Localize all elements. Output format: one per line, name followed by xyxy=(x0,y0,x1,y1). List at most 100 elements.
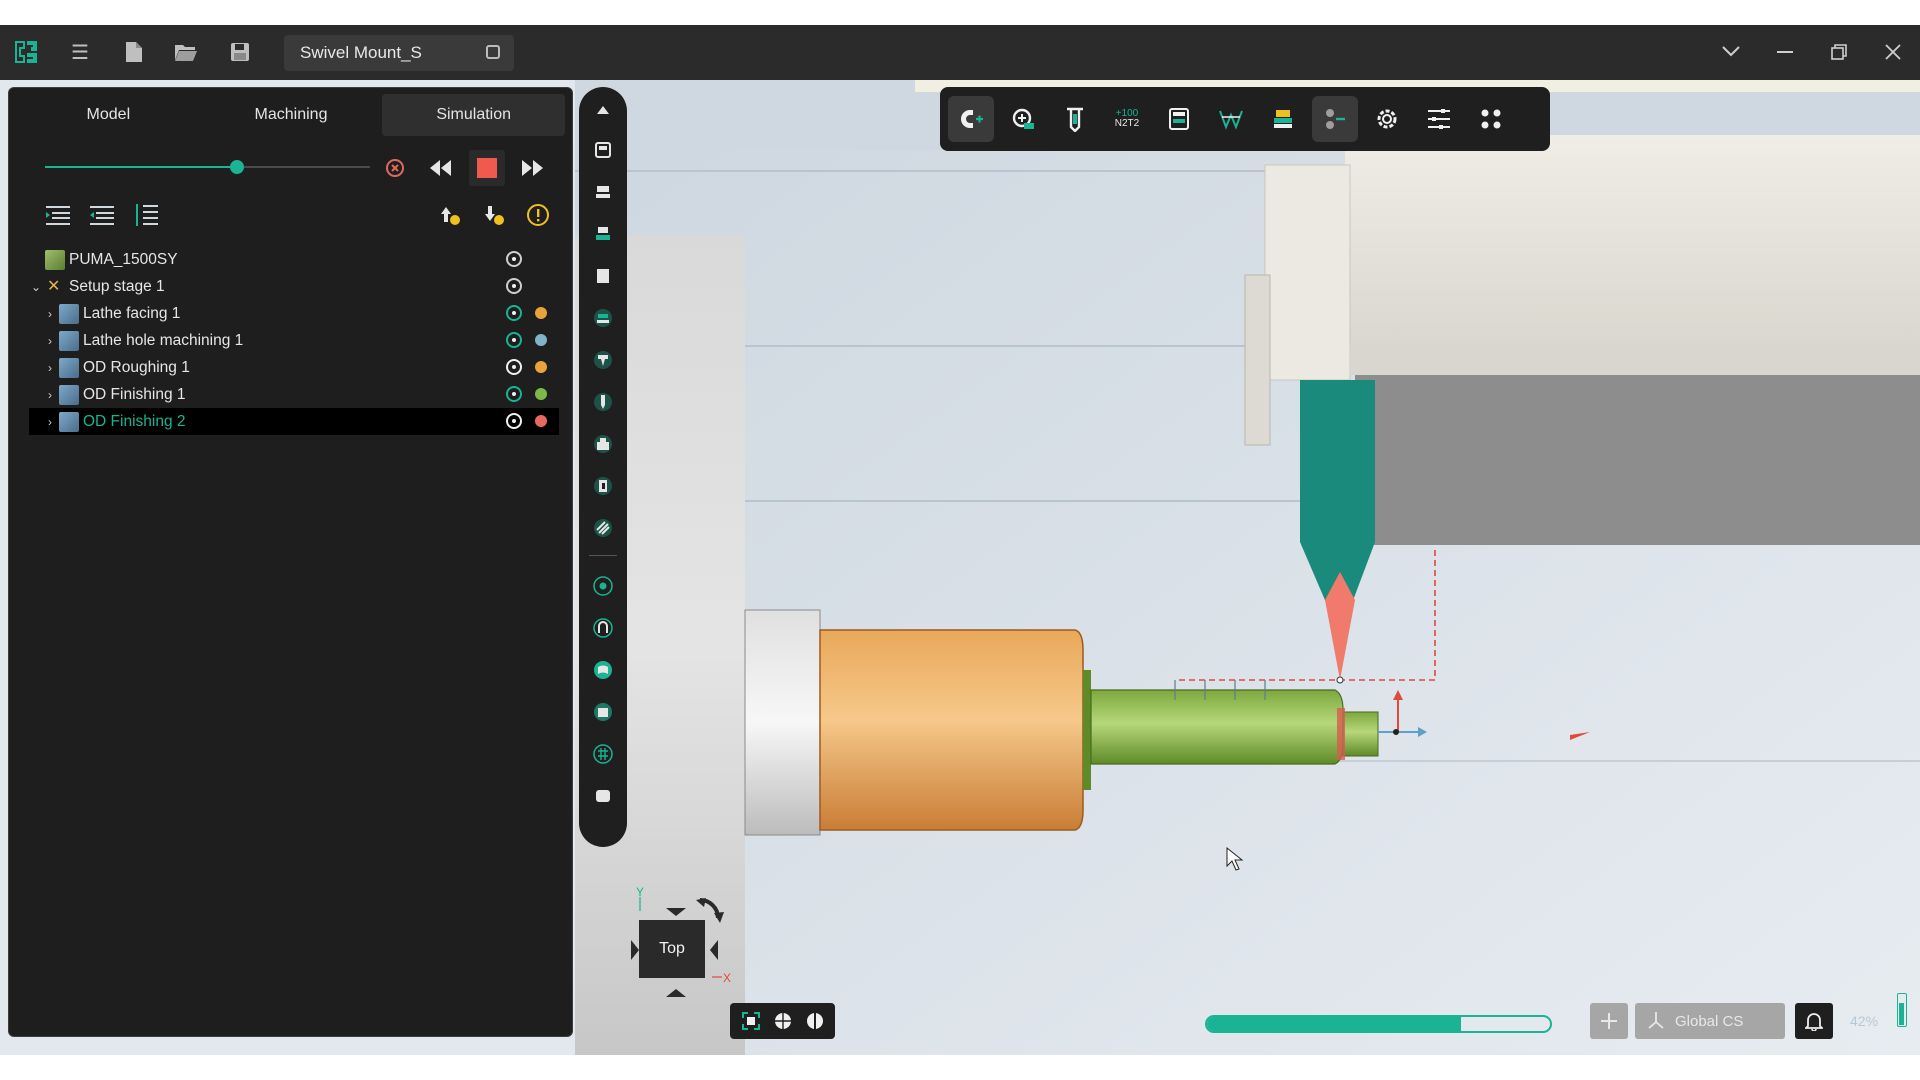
clear-icon[interactable] xyxy=(377,150,413,186)
solid-icon[interactable] xyxy=(588,697,618,727)
move-down-warning-icon[interactable] xyxy=(477,198,511,232)
coordinate-system-select[interactable]: Global CS xyxy=(1635,1003,1785,1039)
scroll-up-icon[interactable] xyxy=(588,95,618,125)
status-dot xyxy=(535,415,547,427)
fixture-icon[interactable] xyxy=(588,429,618,459)
options-icon[interactable] xyxy=(1416,96,1462,142)
shaded-view-icon[interactable] xyxy=(770,1009,796,1033)
list-order-icon[interactable] xyxy=(129,198,163,232)
y-axis-label: Y xyxy=(636,885,645,899)
graph-icon[interactable] xyxy=(1208,96,1254,142)
visibility-icon[interactable] xyxy=(506,386,522,402)
status-dot xyxy=(535,334,547,346)
collision-check-icon[interactable] xyxy=(1000,96,1046,142)
warning-icon[interactable] xyxy=(521,198,555,232)
chevron-right-icon[interactable]: › xyxy=(43,415,57,429)
visibility-icon[interactable] xyxy=(506,305,522,321)
expand-all-icon[interactable] xyxy=(41,198,75,232)
add-button[interactable] xyxy=(1590,1003,1628,1039)
tool-path-icon[interactable] xyxy=(1052,96,1098,142)
rewind-icon[interactable] xyxy=(423,150,459,186)
tool-assembly-icon[interactable] xyxy=(1312,96,1358,142)
drill-icon[interactable] xyxy=(588,387,618,417)
section-view-icon[interactable] xyxy=(802,1009,828,1033)
tree-row[interactable]: › Lathe hole machining 1 xyxy=(29,327,559,354)
collapse-all-icon[interactable] xyxy=(85,198,119,232)
top-toolbar: +100 N2T2 xyxy=(940,87,1550,151)
chevron-right-icon[interactable]: › xyxy=(43,361,57,375)
slider-thumb[interactable] xyxy=(229,160,244,174)
app-logo-icon[interactable] xyxy=(8,35,44,69)
tab-simulation[interactable]: Simulation xyxy=(382,94,566,136)
numbering-icon[interactable]: +100 N2T2 xyxy=(1104,96,1150,142)
slider-fill xyxy=(45,166,237,168)
visibility-icon[interactable] xyxy=(506,332,522,348)
visibility-icon[interactable] xyxy=(506,359,522,375)
surface-icon[interactable] xyxy=(588,655,618,685)
zoom-slider[interactable] xyxy=(1897,993,1907,1027)
grid-menu-icon[interactable] xyxy=(1468,96,1514,142)
point-icon[interactable] xyxy=(588,571,618,601)
visibility-icon[interactable] xyxy=(506,413,522,429)
stock-icon[interactable] xyxy=(588,261,618,291)
render-icon[interactable] xyxy=(588,781,618,811)
fast-forward-icon[interactable] xyxy=(515,150,551,186)
tree-row[interactable]: › OD Roughing 1 xyxy=(29,354,559,381)
tab-model[interactable]: Model xyxy=(17,94,200,136)
chevron-right-icon[interactable]: › xyxy=(43,388,57,402)
tab-machining[interactable]: Machining xyxy=(200,94,383,136)
tree-row[interactable]: › OD Finishing 1 xyxy=(29,381,559,408)
curve-icon[interactable] xyxy=(588,613,618,643)
tree-item-label: OD Roughing 1 xyxy=(83,358,190,376)
calculator-icon[interactable] xyxy=(1156,96,1202,142)
tool-icon[interactable] xyxy=(588,219,618,249)
simulation-slider[interactable] xyxy=(45,160,370,174)
tree-row[interactable]: ⌄ Setup stage 1 xyxy=(29,273,559,300)
operation-icon xyxy=(59,384,79,405)
visibility-icon[interactable] xyxy=(506,278,522,294)
tree-row-selected[interactable]: › OD Finishing 2 xyxy=(29,408,559,435)
minimize-icon[interactable] xyxy=(1765,35,1805,69)
view-cube[interactable]: Y X Top xyxy=(620,885,740,1005)
side-panel: Model Machining Simulation PUMA_1500SY ⌄… xyxy=(8,87,573,1037)
restore-icon[interactable] xyxy=(1819,35,1859,69)
machine-view-icon[interactable] xyxy=(588,135,618,165)
progress-fill xyxy=(1207,1017,1461,1031)
chevron-right-icon[interactable]: › xyxy=(43,307,57,321)
move-up-warning-icon[interactable] xyxy=(433,198,467,232)
view-cube-face[interactable]: Top xyxy=(639,920,705,978)
tree-row[interactable]: PUMA_1500SY xyxy=(29,246,559,273)
spindle-icon[interactable] xyxy=(588,345,618,375)
settings-icon[interactable] xyxy=(1364,96,1410,142)
layer-icon[interactable] xyxy=(1260,96,1306,142)
document-title: Swivel Mount_S xyxy=(300,43,422,62)
setup-icon xyxy=(45,276,65,297)
coordinate-system-label: Global CS xyxy=(1675,1012,1744,1030)
chevron-down-icon[interactable] xyxy=(1711,35,1751,69)
tab-icon[interactable] xyxy=(486,45,500,59)
save-icon[interactable] xyxy=(222,35,258,69)
document-tab[interactable]: Swivel Mount_S xyxy=(284,35,514,71)
close-icon[interactable] xyxy=(1873,35,1913,69)
clamp-icon[interactable] xyxy=(588,471,618,501)
fit-view-icon[interactable] xyxy=(738,1009,764,1033)
tree-item-label: Setup stage 1 xyxy=(69,277,165,295)
3d-viewport[interactable] xyxy=(575,80,1920,1055)
numbering-bottom-label: N2T2 xyxy=(1114,118,1140,129)
hatch-icon[interactable] xyxy=(588,513,618,543)
tree-item-label: OD Finishing 2 xyxy=(83,412,186,430)
tool-holder-icon[interactable] xyxy=(588,177,618,207)
visibility-icon[interactable] xyxy=(506,251,522,267)
chevron-down-icon[interactable]: ⌄ xyxy=(29,280,43,294)
workpiece-icon[interactable] xyxy=(588,303,618,333)
menu-icon[interactable]: ☰ xyxy=(62,35,98,69)
x-axis-label: X xyxy=(723,971,732,985)
stop-icon[interactable] xyxy=(469,150,505,186)
chevron-right-icon[interactable]: › xyxy=(43,334,57,348)
open-folder-icon[interactable] xyxy=(168,35,204,69)
tree-row[interactable]: › Lathe facing 1 xyxy=(29,300,559,327)
mesh-icon[interactable] xyxy=(588,739,618,769)
notification-bell-icon[interactable] xyxy=(1795,1003,1833,1039)
magnet-icon[interactable] xyxy=(948,96,994,142)
new-file-icon[interactable] xyxy=(116,35,152,69)
